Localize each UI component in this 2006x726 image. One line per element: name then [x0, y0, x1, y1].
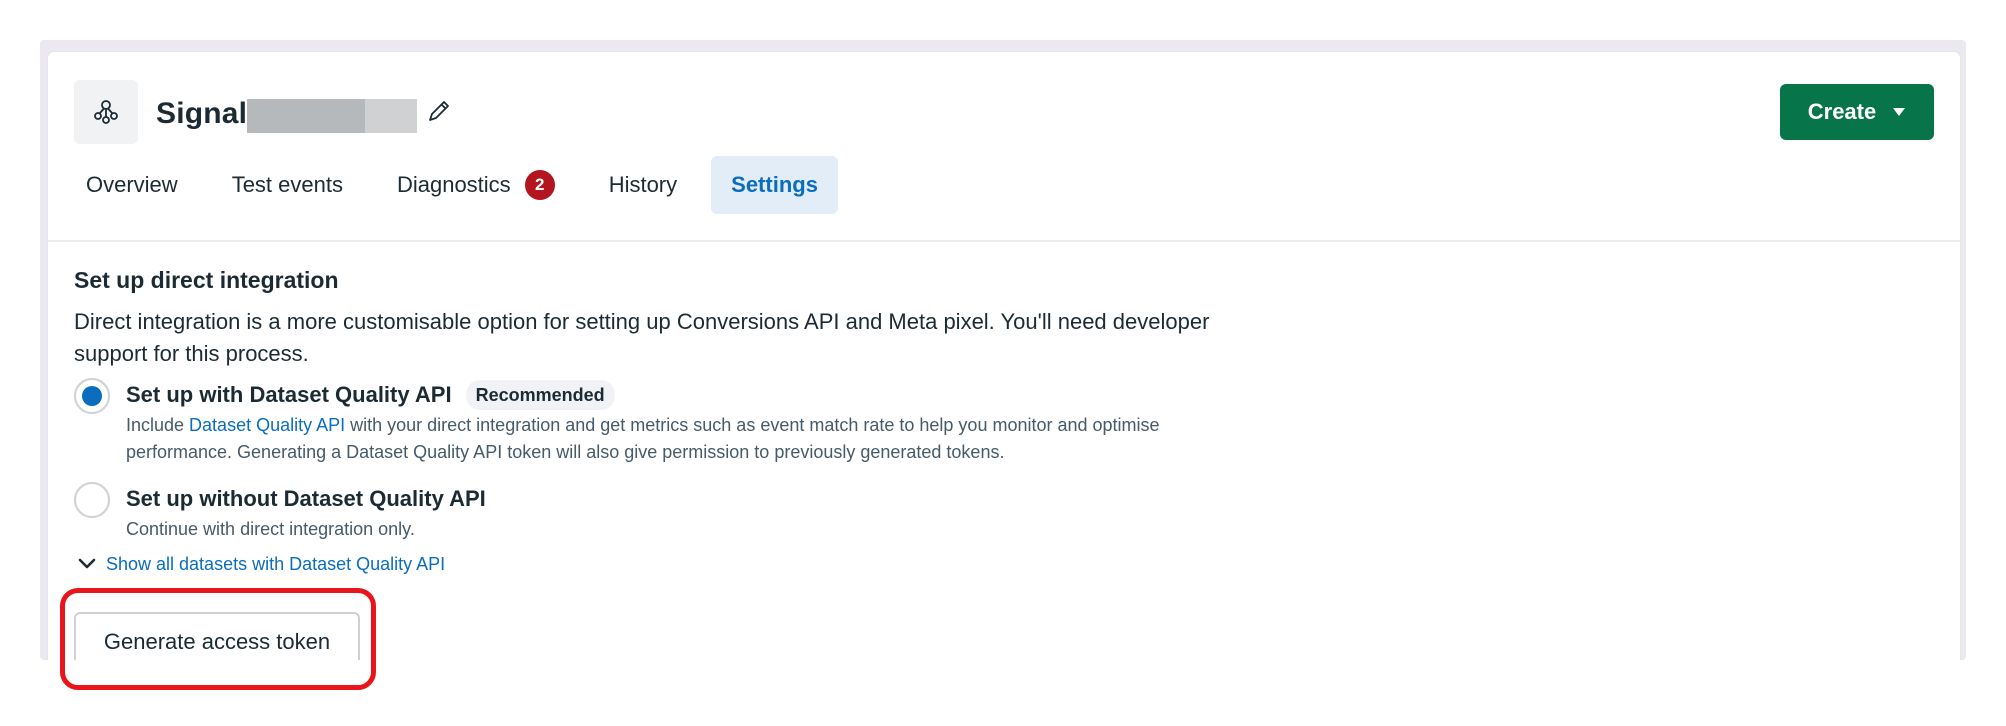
tab-history[interactable]: History	[589, 156, 697, 214]
radio-selected-dot	[82, 386, 102, 406]
redacted-name	[247, 99, 418, 133]
option-desc-prefix: Include	[126, 415, 190, 435]
dataset-quality-api-link[interactable]: Dataset Quality API	[189, 415, 345, 435]
dataset-title: Signal	[156, 92, 418, 136]
tab-label: Diagnostics	[396, 172, 511, 197]
edit-name-button[interactable]	[422, 94, 456, 128]
section-title: Set up direct integration	[74, 267, 339, 293]
option-with-dataset-quality-api[interactable]: Set up with Dataset Quality API Recommen…	[74, 378, 1274, 466]
create-button[interactable]: Create	[1780, 84, 1934, 140]
tab-test-events[interactable]: Test events	[212, 156, 363, 214]
diagnostics-count-badge: 2	[524, 170, 555, 200]
radio-without-dataset-quality-api[interactable]	[74, 482, 110, 518]
page-title: Signal	[156, 97, 248, 130]
option-title-row: Set up without Dataset Quality API	[126, 482, 1274, 516]
generate-token-label: Generate access token	[103, 629, 331, 654]
tab-label: Test events	[231, 172, 343, 197]
create-label: Create	[1807, 99, 1877, 124]
settings-card: Signal Create Overview Test events Diagn	[48, 52, 1960, 672]
option-description: Include Dataset Quality API with your di…	[126, 412, 1266, 466]
tab-diagnostics[interactable]: Diagnostics 2	[377, 156, 575, 214]
option-title: Set up without Dataset Quality API	[126, 486, 486, 511]
tab-label: History	[608, 172, 678, 197]
chevron-down-icon	[74, 558, 100, 570]
tab-label: Settings	[731, 172, 818, 197]
option-without-dataset-quality-api[interactable]: Set up without Dataset Quality API Conti…	[74, 482, 1274, 543]
radio-with-dataset-quality-api[interactable]	[74, 378, 110, 414]
direct-integration-section: Set up direct integration Direct integra…	[74, 262, 1274, 579]
signal-app-icon	[74, 80, 138, 144]
tab-settings[interactable]: Settings	[711, 156, 838, 214]
show-all-datasets-toggle[interactable]: Show all datasets with Dataset Quality A…	[74, 549, 1274, 579]
tab-bar: Overview Test events Diagnostics 2 Histo…	[66, 156, 852, 214]
pencil-icon	[429, 101, 449, 121]
page-header: Signal Create Overview Test events Diagn	[48, 52, 1960, 242]
option-description: Continue with direct integration only.	[126, 519, 415, 539]
option-title-row: Set up with Dataset Quality API Recommen…	[126, 378, 1274, 412]
recommended-badge: Recommended	[465, 380, 615, 410]
bottom-cutoff	[0, 660, 2006, 726]
dataset-icon	[94, 100, 118, 124]
option-title: Set up with Dataset Quality API	[126, 382, 452, 407]
section-description: Direct integration is a more customisabl…	[74, 309, 1210, 366]
tab-label: Overview	[86, 172, 178, 197]
caret-down-icon	[1893, 108, 1906, 116]
tab-overview[interactable]: Overview	[66, 156, 198, 214]
show-all-label: Show all datasets with Dataset Quality A…	[106, 553, 446, 574]
